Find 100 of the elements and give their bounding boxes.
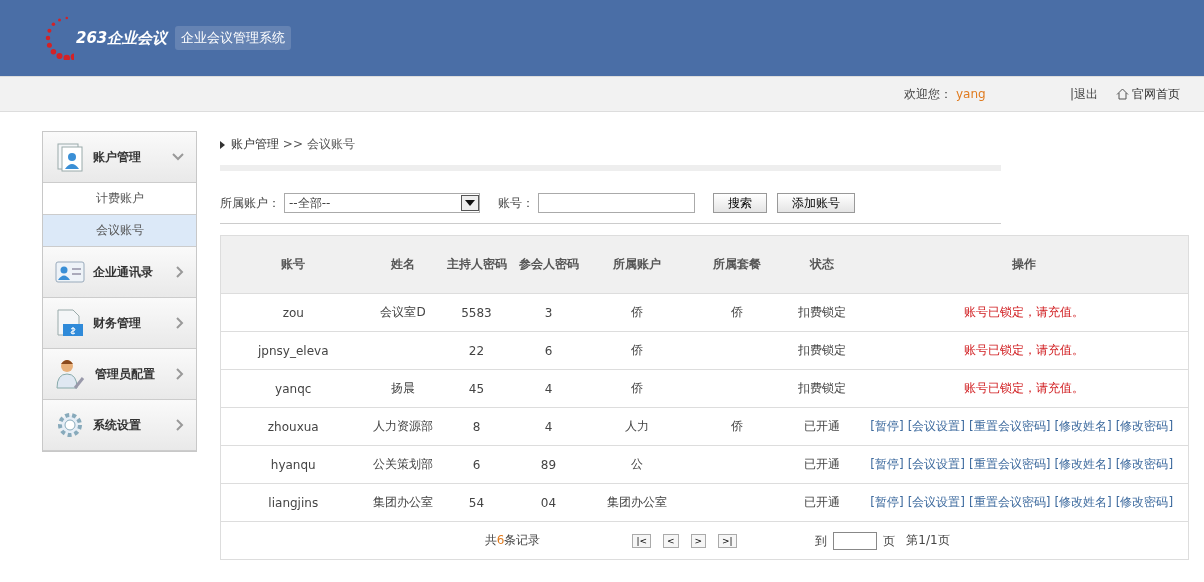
- owner-label: 所属账户：: [220, 194, 280, 212]
- breadcrumb: 账户管理 >> 会议账号: [231, 136, 355, 153]
- search-button[interactable]: 搜索: [713, 193, 767, 213]
- status-cell: 扣费锁定: [798, 381, 846, 395]
- table-cell: 3: [544, 305, 553, 320]
- sidebar-item[interactable]: 企业通讯录: [43, 247, 196, 298]
- home-link[interactable]: 官网首页: [1132, 85, 1180, 103]
- action-link[interactable]: [修改密码]: [1115, 419, 1174, 433]
- chevron-right-icon: [176, 419, 184, 431]
- user-document-icon: [55, 142, 85, 172]
- record-count: 共6条记录: [484, 533, 541, 547]
- column-header: 操作: [1011, 257, 1036, 271]
- table-cell: 54: [468, 495, 485, 510]
- status-cell: 已开通: [804, 419, 840, 433]
- status-cell: 扣费锁定: [798, 305, 846, 319]
- table-cell: 公关策划部: [373, 457, 433, 471]
- table-cell: 侨: [631, 381, 643, 395]
- gear-icon: [55, 410, 85, 440]
- action-link[interactable]: [修改密码]: [1115, 495, 1174, 509]
- sidebar-item[interactable]: 账户管理: [43, 132, 196, 183]
- action-link[interactable]: [会议设置]: [907, 495, 966, 509]
- table-cell: 45: [468, 381, 485, 396]
- action-link[interactable]: [会议设置]: [907, 419, 966, 433]
- next-page-button[interactable]: >: [690, 534, 707, 548]
- table-cell: yanqc: [275, 381, 312, 396]
- locked-message: 账号已锁定，请充值。: [963, 305, 1084, 319]
- locked-message: 账号已锁定，请充值。: [963, 381, 1084, 395]
- table-cell: 8: [472, 419, 481, 434]
- table-cell: zhouxua: [267, 419, 319, 434]
- triangle-icon: [220, 140, 225, 149]
- table-cell: 侨: [731, 305, 743, 319]
- chevron-down-icon: [172, 153, 184, 161]
- column-header: 主持人密码: [446, 257, 507, 271]
- page-field[interactable]: [832, 531, 877, 550]
- column-header: 姓名: [391, 257, 415, 271]
- action-link[interactable]: [修改密码]: [1115, 457, 1174, 471]
- table-cell: 22: [468, 343, 485, 358]
- status-cell: 已开通: [804, 457, 840, 471]
- last-page-button[interactable]: >|: [718, 534, 737, 548]
- column-header: 所属账户: [613, 257, 661, 271]
- sidebar-item[interactable]: 财务管理: [43, 298, 196, 349]
- table-cell: 4: [544, 381, 553, 396]
- account-label: 账号：: [498, 194, 534, 212]
- person-wrench-icon: [55, 358, 87, 390]
- owner-dropdown[interactable]: --全部--: [284, 193, 480, 213]
- chevron-right-icon: [176, 266, 184, 278]
- table-cell: 集团办公室: [373, 495, 433, 509]
- dots-ring-icon: [44, 16, 74, 60]
- table-cell: 会议室D: [380, 305, 426, 319]
- action-link[interactable]: [暂停]: [870, 495, 904, 509]
- table-cell: liangjins: [268, 495, 319, 510]
- logo-text: 263企业会议: [76, 28, 168, 48]
- action-link[interactable]: [修改姓名]: [1054, 419, 1112, 433]
- status-cell: 扣费锁定: [798, 343, 846, 357]
- action-link[interactable]: [暂停]: [870, 457, 904, 471]
- table-cell: 04: [540, 495, 557, 510]
- sidebar-subitem[interactable]: 会议账号: [43, 215, 196, 247]
- action-link[interactable]: [修改姓名]: [1054, 495, 1112, 509]
- table-cell: zou: [282, 305, 304, 320]
- system-title: 企业会议管理系统: [175, 26, 292, 50]
- home-icon: [1116, 88, 1129, 100]
- table-cell: 89: [540, 457, 557, 472]
- goto-label: 到: [814, 533, 827, 547]
- prev-page-button[interactable]: <: [662, 534, 679, 548]
- table-cell: 6: [472, 457, 481, 472]
- chevron-right-icon: [176, 317, 184, 329]
- sidebar-item[interactable]: 管理员配置: [43, 349, 196, 400]
- first-page-button[interactable]: |<: [632, 534, 651, 548]
- column-header: 所属套餐: [713, 257, 761, 271]
- column-header: 参会人密码: [518, 257, 579, 271]
- table-cell: jpnsy_eleva: [258, 343, 329, 358]
- welcome-label: 欢迎您：: [903, 85, 952, 103]
- action-link[interactable]: [重置会议密码]: [969, 457, 1051, 471]
- page-label: 页: [882, 533, 895, 547]
- table-cell: 扬晨: [391, 381, 415, 395]
- action-link[interactable]: [修改姓名]: [1054, 457, 1112, 471]
- action-link[interactable]: [重置会议密码]: [969, 419, 1051, 433]
- caret-icon: [461, 195, 479, 211]
- table-cell: 侨: [731, 419, 743, 433]
- account-field[interactable]: [538, 193, 695, 213]
- table-cell: 集团办公室: [607, 495, 667, 509]
- table-cell: 侨: [631, 343, 643, 357]
- table-cell: hyanqu: [270, 457, 316, 472]
- sidebar-item[interactable]: 系统设置: [43, 400, 196, 451]
- action-link[interactable]: [会议设置]: [907, 457, 966, 471]
- locked-message: 账号已锁定，请充值。: [963, 343, 1084, 357]
- username: yang: [955, 87, 987, 101]
- logout-link[interactable]: |退出: [1069, 85, 1098, 103]
- dollar-document-icon: [55, 308, 85, 338]
- action-link[interactable]: [重置会议密码]: [969, 495, 1051, 509]
- table-cell: 4: [544, 419, 553, 434]
- table-cell: 侨: [631, 305, 643, 319]
- table-cell: 公: [631, 457, 643, 471]
- action-link[interactable]: [暂停]: [870, 419, 904, 433]
- page-info: 第1/1页: [906, 533, 950, 547]
- table-cell: 6: [544, 343, 553, 358]
- table-cell: 5583: [461, 305, 492, 320]
- table-cell: 人力资源部: [373, 419, 433, 433]
- column-header: 状态: [810, 257, 834, 271]
- add-account-button[interactable]: 添加账号: [777, 193, 855, 213]
